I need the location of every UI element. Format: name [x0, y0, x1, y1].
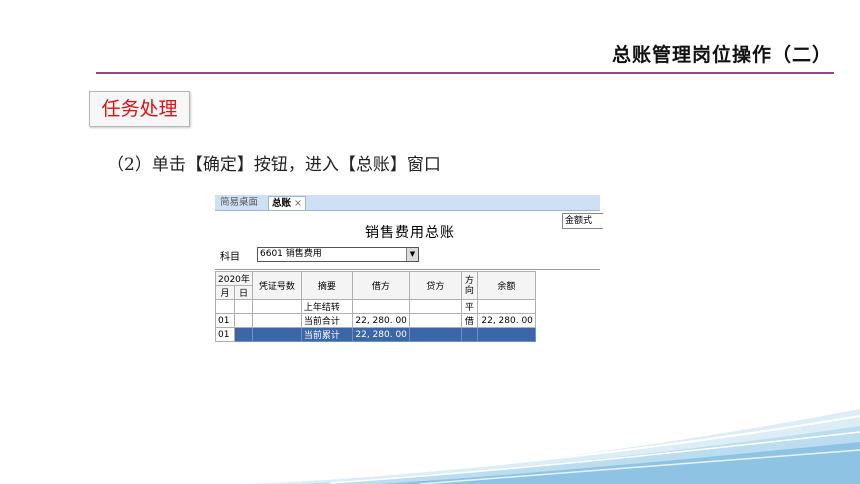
table-row[interactable]: 上年结转 平 — [215, 299, 536, 314]
cell-debit: 22, 280. 00 — [351, 313, 410, 328]
cell-credit — [408, 313, 462, 328]
dropdown-arrow-icon[interactable]: ▼ — [406, 248, 418, 261]
account-select[interactable]: 6601 销售费用 ▼ — [257, 247, 419, 262]
tab-simple-desktop[interactable]: 简易桌面 — [217, 196, 261, 209]
header-direction: 方向 — [460, 271, 478, 300]
tab-bar: 简易桌面 总账 × — [215, 195, 600, 211]
view-mode-select[interactable]: 金额式 — [562, 213, 603, 229]
account-select-value: 6601 销售费用 — [260, 249, 322, 259]
header-credit: 贷方 — [408, 271, 462, 300]
header-debit: 借方 — [351, 271, 410, 300]
cell-month — [215, 299, 235, 314]
header-summary: 摘要 — [300, 271, 353, 300]
close-tab-icon[interactable]: × — [294, 198, 302, 209]
ledger-table: 2020年 凭证号数 摘要 借方 贷方 方向 余额 月 日 上年结转 平 01 … — [215, 271, 536, 342]
header-year: 2020年 — [215, 271, 253, 286]
report-title: 销售费用总账 — [365, 225, 455, 241]
cell-day — [234, 299, 253, 314]
cell-debit — [351, 299, 410, 314]
cell-month: 01 — [215, 313, 235, 328]
tab-general-ledger[interactable]: 总账 × — [268, 196, 306, 210]
tab-general-ledger-label: 总账 — [272, 198, 292, 209]
decorative-wave — [240, 409, 860, 484]
header-voucher: 凭证号数 — [251, 271, 302, 300]
slide-title: 总账管理岗位操作（二） — [611, 44, 832, 66]
cell-summary: 当前合计 — [300, 313, 353, 328]
header-balance: 余额 — [476, 271, 536, 300]
instruction-text: （2）单击【确定】按钮，进入【总账】窗口 — [107, 155, 441, 175]
task-badge: 任务处理 — [89, 91, 190, 127]
cell-voucher — [251, 313, 302, 328]
cell-credit — [408, 299, 462, 314]
header-divider — [215, 269, 600, 270]
general-ledger-window: 简易桌面 总账 × 金额式 销售费用总账 科目 6601 销售费用 ▼ 2020年… — [215, 195, 603, 355]
header-day: 日 — [234, 285, 253, 300]
table-row[interactable]: 01 当前合计 22, 280. 00 借 22, 280. 00 — [215, 313, 536, 328]
cell-balance: 22, 280. 00 — [476, 313, 536, 328]
cell-direction: 平 — [460, 299, 478, 314]
cell-direction: 借 — [460, 313, 478, 328]
cell-summary: 上年结转 — [300, 299, 353, 314]
cell-balance — [476, 299, 536, 314]
header-month: 月 — [215, 285, 235, 300]
title-divider — [96, 72, 834, 74]
cell-voucher — [251, 299, 302, 314]
cell-day — [234, 313, 253, 328]
account-label: 科目 — [220, 252, 240, 263]
